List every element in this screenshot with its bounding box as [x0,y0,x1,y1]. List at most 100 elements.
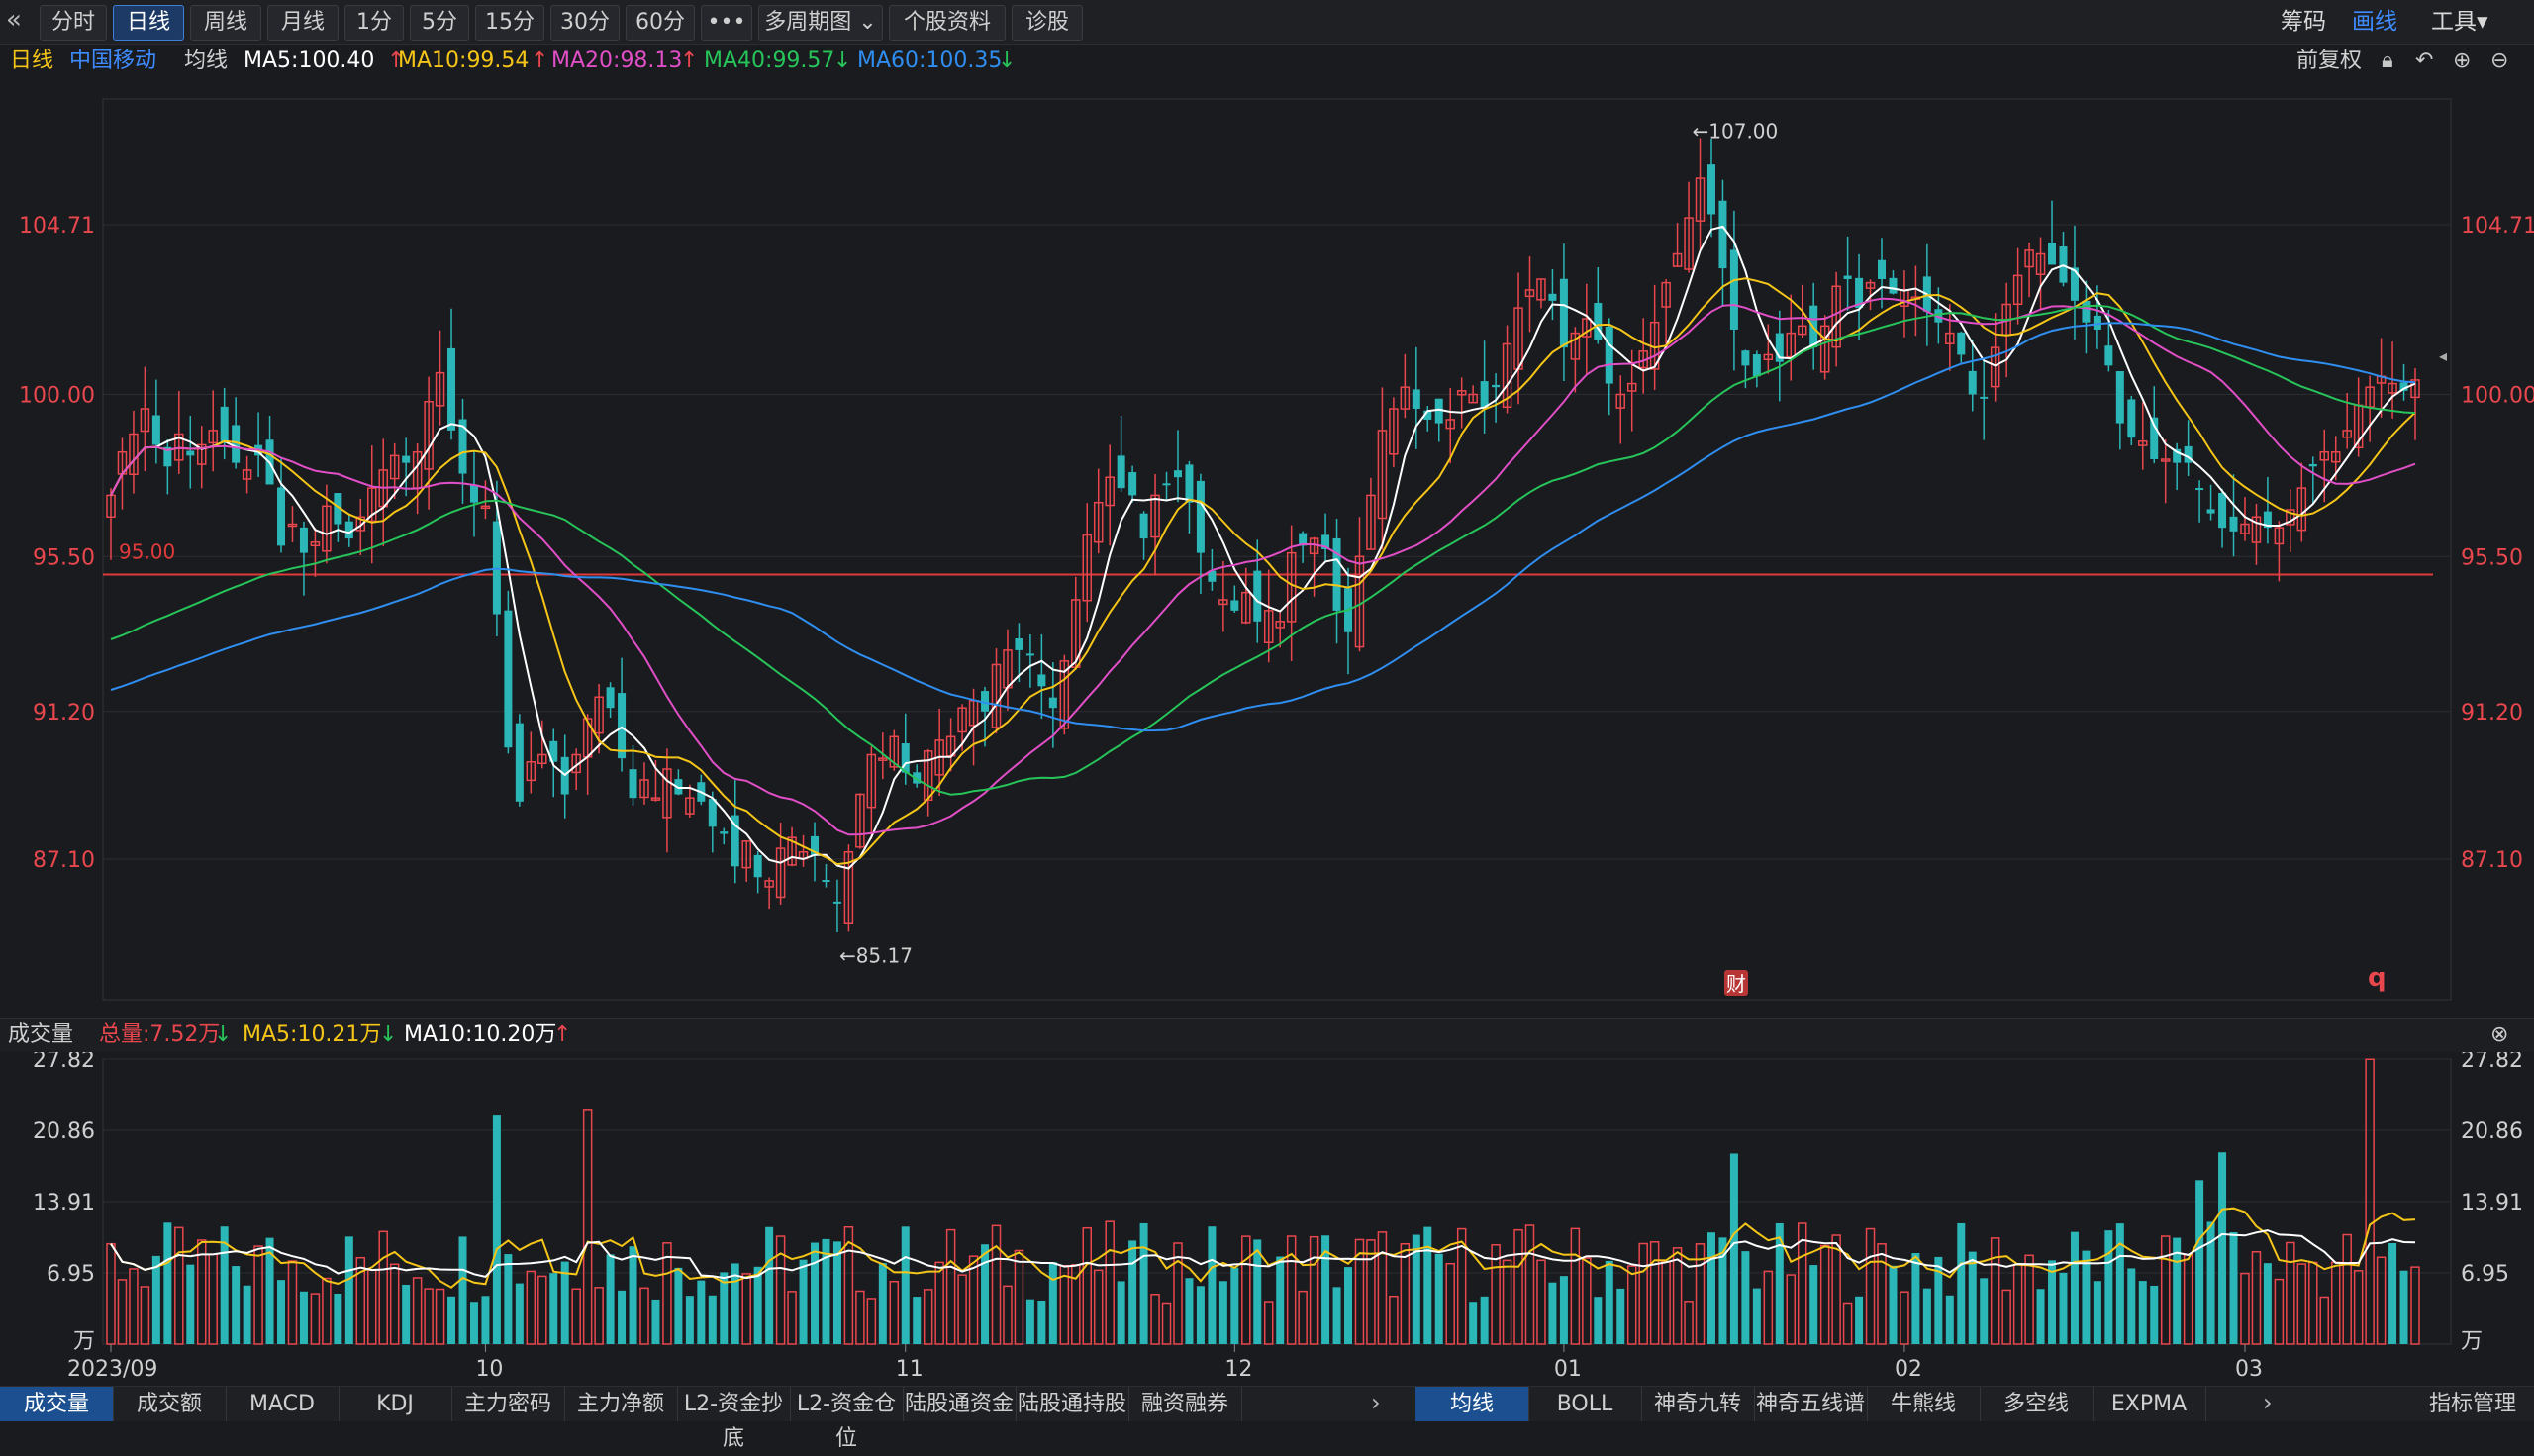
volume-bar [2001,1289,2011,1345]
candle-body [1230,600,1239,611]
volume-bar [1185,1278,1194,1344]
bottom-tab-right-4[interactable]: 牛熊线 [1867,1387,1981,1421]
candle-body [2082,300,2091,323]
bottom-tab-right-1[interactable]: BOLL [1528,1387,1642,1421]
volume-bar [1831,1234,1841,1345]
candle-body [1015,638,1023,650]
x-tick-label: 2023/09 [67,1357,157,1382]
volume-bar [1582,1257,1592,1345]
volume-bar [2082,1250,2091,1344]
bottom-tab-left-3[interactable]: KDJ [339,1387,452,1421]
volume-bar [2342,1233,2352,1345]
volume-bar [1945,1295,1954,1344]
candle-body [1412,389,1420,410]
volume-bar [1649,1241,1660,1345]
volume-bar [1377,1231,1388,1345]
volume-bar [651,1299,660,1344]
volume-bar [2160,1235,2171,1345]
volume-bar [629,1246,637,1344]
volume-bar [674,1267,683,1344]
bottom-tab-left-6[interactable]: L2-资金抄底 [677,1387,791,1451]
candle-body [1843,275,1852,279]
bottom-tab-left-4[interactable]: 主力密码 [451,1387,565,1421]
bottom-tab-left-5[interactable]: 主力净额 [564,1387,678,1421]
candle-body [1173,470,1182,478]
candle-body [447,347,456,431]
kline-chart[interactable]: 104.71 104.71 100.00 100.00 95.50 95.50 91.20 9… [0,0,2534,1420]
volume-bar [1809,1265,1818,1344]
volume-bar [1117,1281,1125,1344]
volume-bar [2274,1278,2285,1345]
candle-body [2229,516,2238,532]
candle-body [504,610,513,748]
chevron-right-icon[interactable]: › [2263,1389,2273,1416]
bottom-tab-left-7[interactable]: L2-资金仓位 [790,1387,904,1451]
volume-bar [981,1244,990,1344]
candle-body [1605,326,1613,384]
bottom-tab-left-1[interactable]: 成交额 [113,1387,227,1421]
candle-body [1162,483,1171,486]
bottom-tab-right-6[interactable]: EXPMA [2093,1387,2206,1421]
ma5-line [110,225,2416,870]
candle-body [1185,464,1194,503]
volume-bar [697,1280,706,1344]
candle-body [822,880,830,883]
candle-body [277,487,286,546]
volume-bar [1423,1226,1432,1344]
bottom-tab-right-2[interactable]: 神奇九转 [1641,1387,1755,1421]
low-label: ←85.17 [839,943,913,967]
down-arrow-icon: ↓ [214,1022,233,1047]
volume-bar [2150,1285,2159,1344]
close-icon[interactable]: ⊗ [2490,1019,2508,1052]
bottom-tab-right-5[interactable]: 多空线 [1980,1387,2094,1421]
volume-bar [243,1285,251,1344]
volume-bar [277,1280,286,1344]
volume-bar [957,1274,967,1345]
bottom-tab-left-2[interactable]: MACD [226,1387,340,1421]
bottom-tab-right-3[interactable]: 神奇五线谱 [1754,1387,1868,1421]
bottom-tab-left-0[interactable]: 成交量 [0,1387,114,1421]
candle-body [1594,303,1603,340]
volume-bar [1865,1227,1876,1345]
candle-body [1980,396,1989,399]
candle-body [220,406,229,441]
volume-bar [1616,1288,1625,1344]
volume-bar [1276,1256,1285,1344]
volume-bar [913,1297,922,1344]
volume-bar [140,1286,150,1345]
volume-bar [618,1290,627,1344]
volume-bar [1105,1220,1115,1345]
volume-bar [901,1226,910,1344]
bottom-tab-left-8[interactable]: 陆股通资金 [903,1387,1017,1421]
volume-bar [1298,1290,1308,1345]
volume-ma5: MA5:10.21万 [243,1022,382,1047]
volume-bar [1480,1296,1489,1344]
y-tick-left: 91.20 [33,701,95,726]
chevron-right-icon[interactable]: › [1371,1389,1381,1416]
candle-body [1117,455,1125,489]
volume-bar [2388,1242,2397,1344]
ma10-line [110,277,2416,866]
bottom-tab-left-9[interactable]: 陆股通持股 [1016,1387,1129,1421]
volume-bar [1980,1278,1989,1344]
bottom-tab-right-0[interactable]: 均线 [1415,1387,1529,1421]
candle-body [492,521,501,615]
volume-bar [889,1280,900,1345]
candle-body [2308,463,2317,467]
volume-bar [1752,1288,1761,1344]
y-tick-right: 95.50 [2461,545,2523,570]
up-arrow-icon: ↑ [553,1022,572,1047]
y-tick-left: 104.71 [19,214,95,239]
volume-bar [549,1273,558,1344]
volume-bar [424,1288,434,1345]
volume-bar [1548,1282,1557,1344]
volume-bar [1672,1247,1683,1345]
volume-bar [2024,1254,2034,1345]
y-tick-right: 104.71 [2461,214,2534,239]
volume-bar [1128,1240,1137,1344]
volume-bar [1957,1222,1966,1344]
bottom-tab-left-10[interactable]: 融资融券 [1128,1387,1242,1421]
volume-bar [1968,1251,1977,1344]
indicator-manage-button[interactable]: 指标管理 [2411,1387,2534,1421]
volume-bar [708,1295,717,1344]
